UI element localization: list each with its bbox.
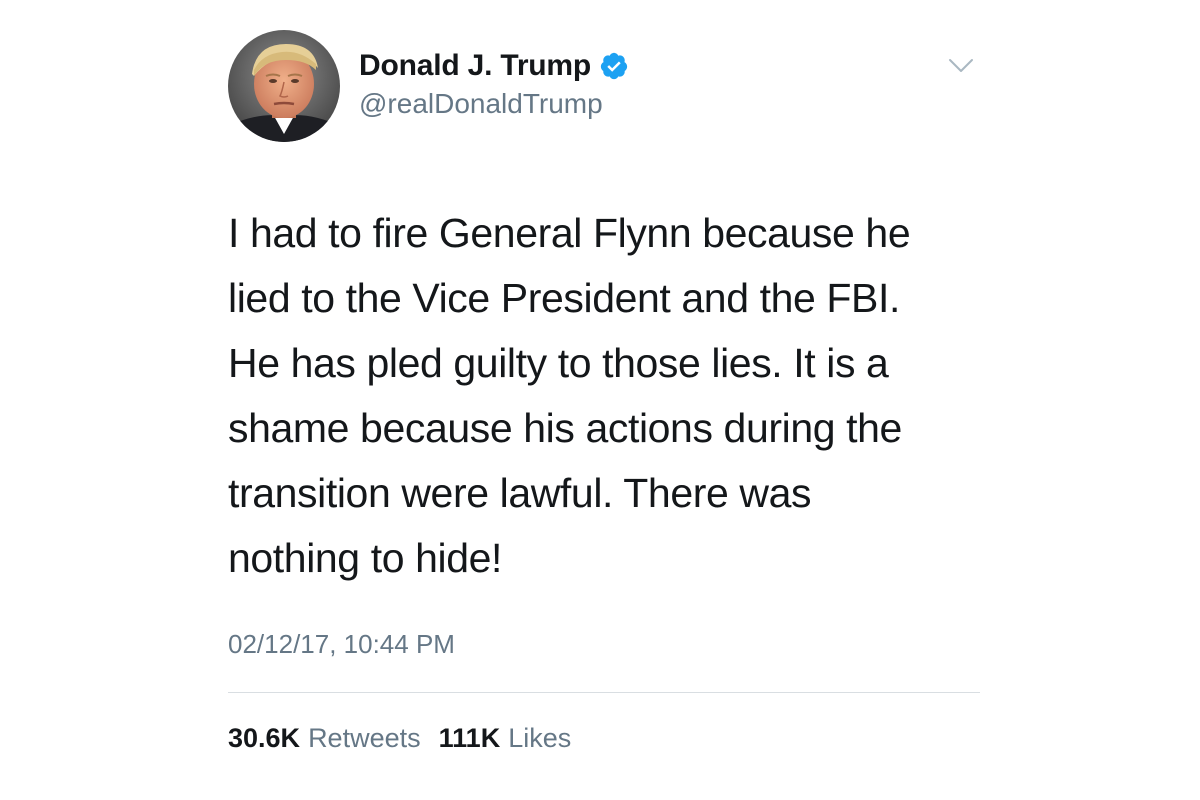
- retweets-stat[interactable]: 30.6K Retweets: [228, 723, 421, 754]
- likes-label: Likes: [508, 723, 572, 753]
- avatar[interactable]: [228, 30, 340, 142]
- tweet-text: I had to fire General Flynn because he l…: [228, 210, 911, 581]
- tweet-card: Donald J. Trump @realDonaldTrump I had t…: [228, 30, 980, 754]
- likes-count: 111K: [438, 723, 501, 753]
- likes-stat[interactable]: 111K Likes: [439, 723, 572, 754]
- avatar-photo-icon: [228, 30, 340, 142]
- divider: [228, 692, 980, 693]
- display-name[interactable]: Donald J. Trump: [359, 49, 591, 83]
- tweet-timestamp[interactable]: 02/12/17, 10:44 PM: [228, 629, 980, 660]
- verified-badge-icon: [599, 51, 629, 81]
- chevron-down-icon[interactable]: [946, 54, 976, 76]
- retweets-label: Retweets: [308, 723, 421, 753]
- retweets-count: 30.6K: [228, 723, 301, 753]
- tweet-stats: 30.6K Retweets 111K Likes: [228, 723, 980, 754]
- tweet-header: Donald J. Trump @realDonaldTrump: [228, 30, 980, 144]
- display-name-row: Donald J. Trump: [359, 46, 629, 86]
- user-names: Donald J. Trump @realDonaldTrump: [359, 46, 629, 120]
- user-handle[interactable]: @realDonaldTrump: [359, 88, 629, 120]
